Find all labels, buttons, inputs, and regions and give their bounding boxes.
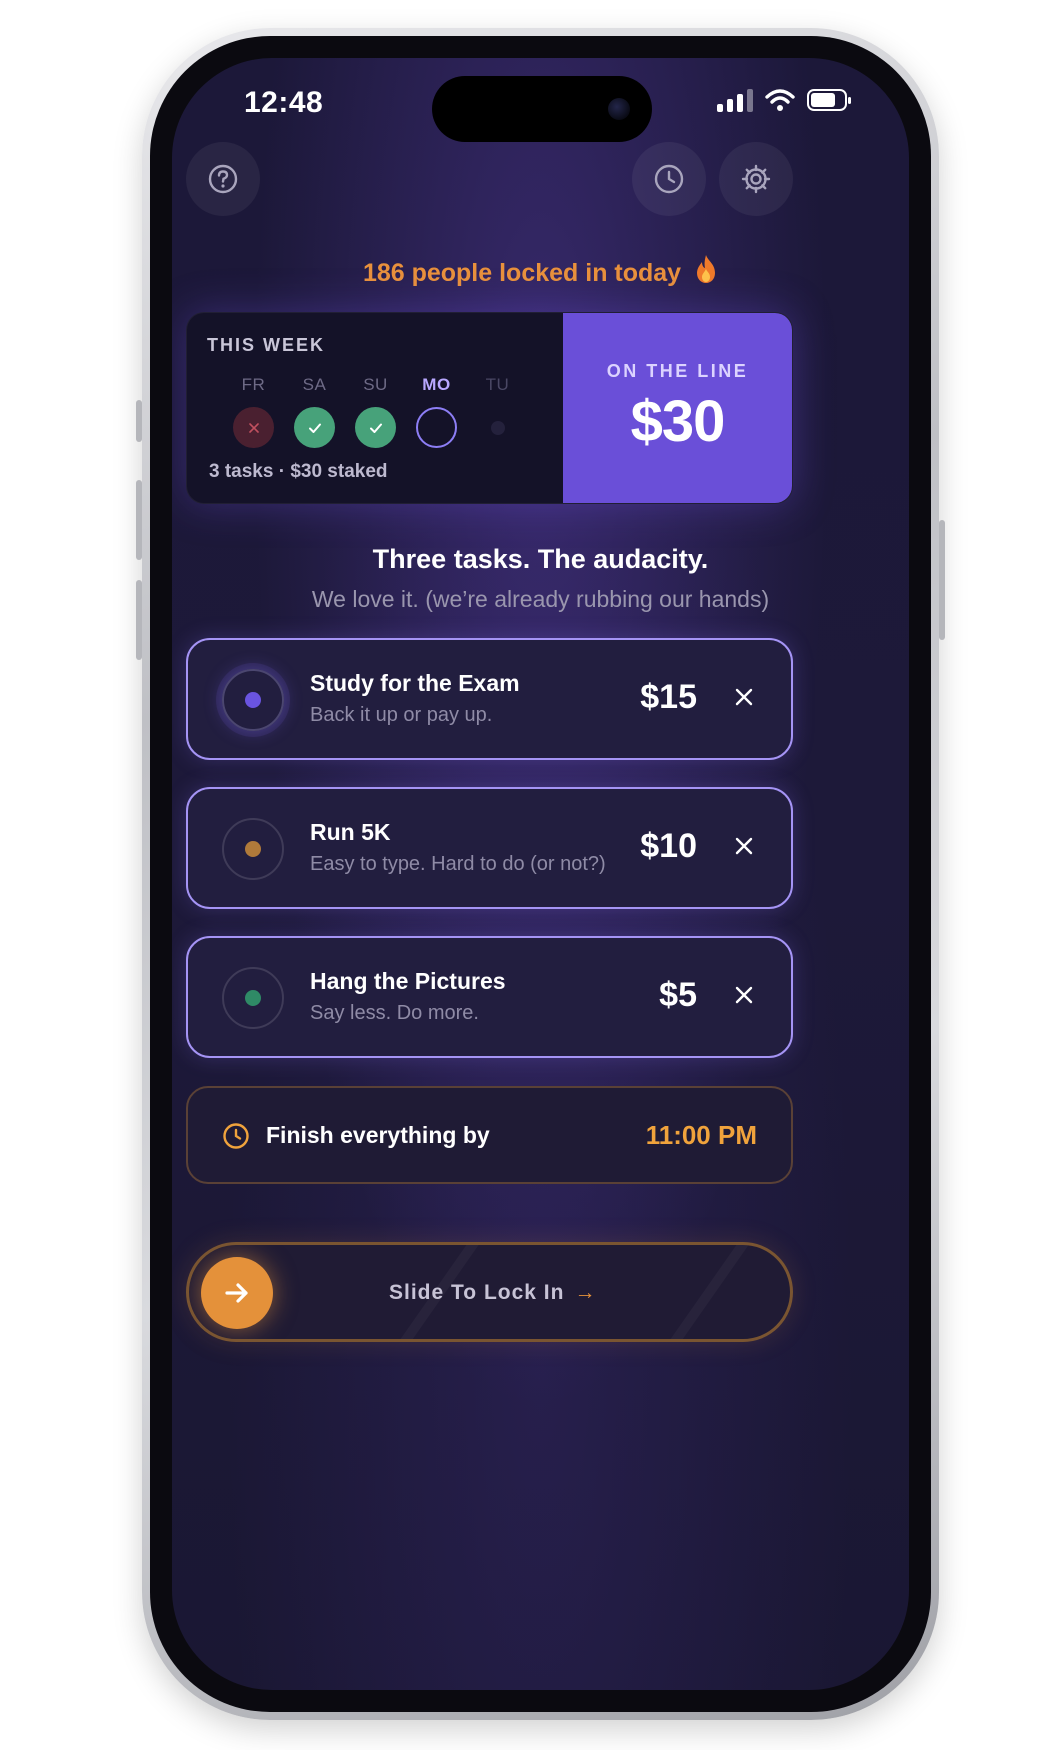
action-button <box>136 400 142 442</box>
week-card: THIS WEEK FR SA SU MO TU 3 tasks · $30 s… <box>186 312 793 504</box>
task-subtitle: Say less. Do more. <box>310 1002 479 1024</box>
fire-icon <box>697 255 716 283</box>
day-fr[interactable]: FR <box>233 375 274 448</box>
task-status-ring[interactable] <box>222 967 284 1029</box>
deadline-label: Finish everything by <box>266 1122 490 1148</box>
remove-task-icon[interactable] <box>731 833 757 859</box>
remove-task-icon[interactable] <box>731 982 757 1008</box>
clock-icon <box>223 1123 249 1149</box>
day-label: SA <box>302 375 327 394</box>
cellular-signal-icon <box>717 88 753 112</box>
day-mo[interactable]: MO <box>416 375 457 448</box>
task-card[interactable]: Hang the Pictures Say less. Do more. $5 <box>186 936 793 1058</box>
deadline-row[interactable]: Finish everything by 11:00 PM <box>186 1086 793 1184</box>
day-label: MO <box>422 375 451 394</box>
clock-icon <box>654 164 684 194</box>
on-the-line-amount: $30 <box>630 389 726 454</box>
question-icon <box>208 164 238 194</box>
slider-knob[interactable] <box>201 1257 273 1329</box>
week-days: FR SA SU MO TU <box>233 375 518 448</box>
check-icon <box>308 423 321 433</box>
volume-up-button <box>136 480 142 560</box>
battery-icon <box>807 89 851 111</box>
task-title: Run 5K <box>310 819 391 845</box>
task-subtitle: Easy to type. Hard to do (or not?) <box>310 853 606 875</box>
subline: We love it. (we’re already rubbing our h… <box>311 586 770 612</box>
day-today-indicator <box>416 407 457 448</box>
status-time: 12:48 <box>244 86 324 119</box>
on-the-line-panel: ON THE LINE $30 <box>563 313 792 503</box>
day-tu[interactable]: TU <box>477 375 518 448</box>
day-su[interactable]: SU <box>355 375 396 448</box>
help-button[interactable] <box>186 142 260 216</box>
volume-down-button <box>136 580 142 660</box>
history-button[interactable] <box>632 142 706 216</box>
task-amount: $10 <box>640 827 697 865</box>
day-failed-indicator <box>233 407 274 448</box>
day-label: SU <box>363 375 388 394</box>
task-amount: $15 <box>640 678 697 716</box>
day-done-indicator <box>355 407 396 448</box>
wifi-icon <box>765 89 795 111</box>
deadline-time[interactable]: 11:00 PM <box>646 1120 757 1151</box>
task-color-dot <box>245 841 261 857</box>
task-color-dot <box>245 990 261 1006</box>
task-title: Hang the Pictures <box>310 968 506 994</box>
slider-stripe <box>656 1245 752 1339</box>
remove-task-icon[interactable] <box>731 684 757 710</box>
locked-in-banner: 186 people locked in today <box>172 254 909 288</box>
locked-in-text: 186 people locked in today <box>362 259 682 287</box>
settings-button[interactable] <box>719 142 793 216</box>
day-done-indicator <box>294 407 335 448</box>
task-status-ring[interactable] <box>222 818 284 880</box>
slide-to-lock[interactable]: Slide To Lock In → <box>186 1242 793 1342</box>
dynamic-island <box>432 76 652 142</box>
power-button <box>939 520 945 640</box>
gear-icon <box>741 164 771 194</box>
week-title: THIS WEEK <box>207 335 326 355</box>
task-amount: $5 <box>659 976 697 1014</box>
check-icon <box>369 423 382 433</box>
task-color-dot <box>245 692 261 708</box>
on-the-line-label: ON THE LINE <box>606 361 749 381</box>
task-card[interactable]: Run 5K Easy to type. Hard to do (or not?… <box>186 787 793 909</box>
screen: 12:48 186 people locked in today THIS WE… <box>172 58 909 1690</box>
day-future-indicator <box>490 421 505 435</box>
arrow-right-icon: → <box>574 1281 597 1304</box>
status-icons <box>717 88 851 112</box>
day-label: TU <box>485 375 510 394</box>
slide-label: Slide To Lock In → <box>389 1281 596 1305</box>
task-title: Study for the Exam <box>310 670 520 696</box>
headline: Three tasks. The audacity. <box>372 544 709 574</box>
task-card[interactable]: Study for the Exam Back it up or pay up.… <box>186 638 793 760</box>
arrow-right-icon <box>225 1283 248 1303</box>
slide-label-text: Slide To Lock In <box>389 1281 565 1304</box>
camera-icon <box>608 98 630 120</box>
task-subtitle: Back it up or pay up. <box>310 704 493 726</box>
day-label: FR <box>241 375 266 394</box>
week-progress: THIS WEEK FR SA SU MO TU 3 tasks · $30 s… <box>187 313 563 503</box>
task-status-ring[interactable] <box>222 669 284 731</box>
week-summary: 3 tasks · $30 staked <box>209 461 388 482</box>
day-sa[interactable]: SA <box>294 375 335 448</box>
x-icon <box>248 422 259 433</box>
